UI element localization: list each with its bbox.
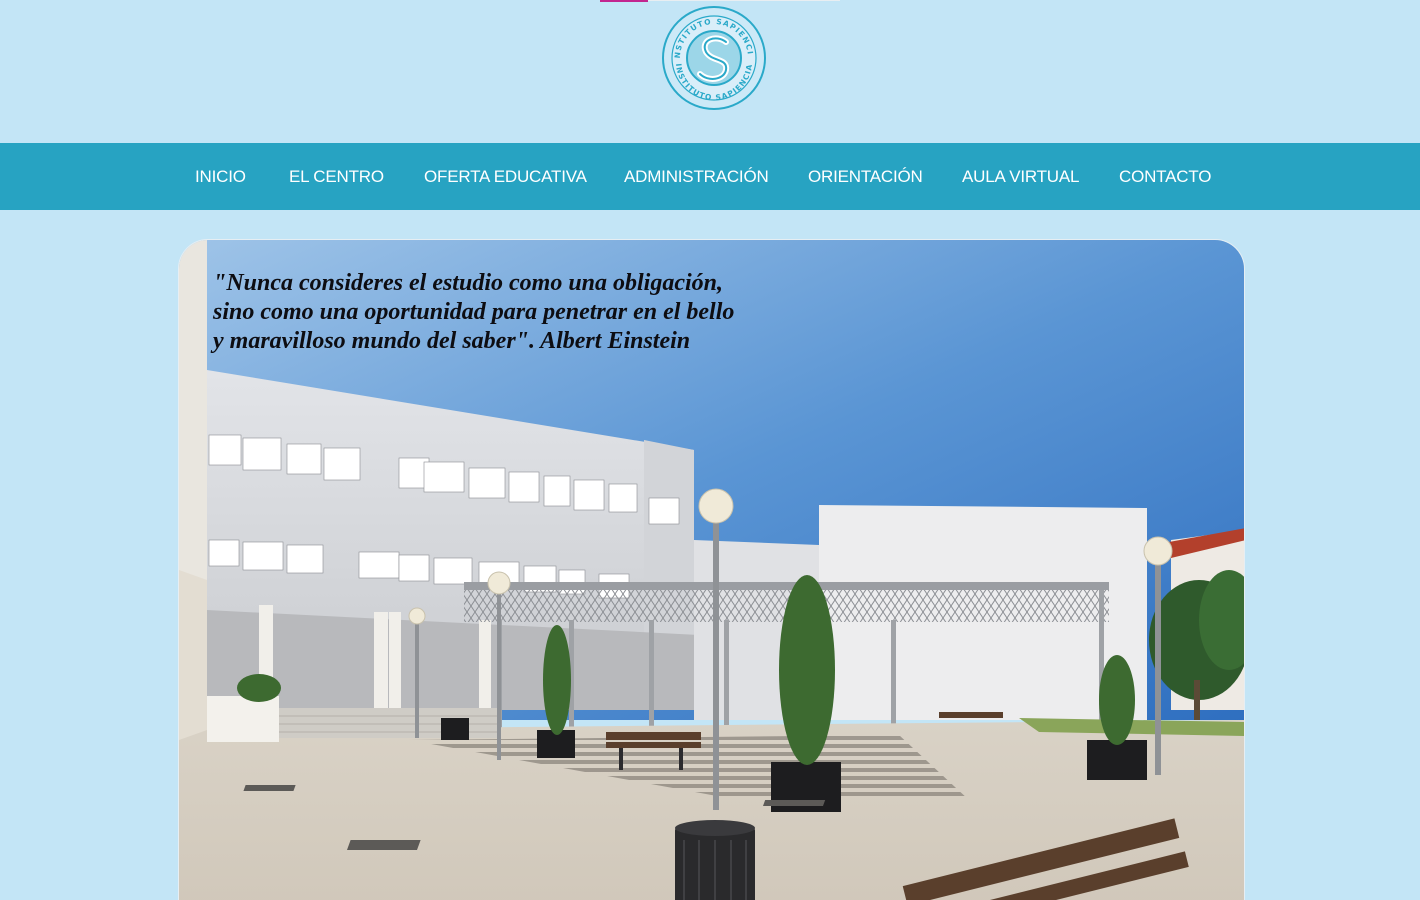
page: INSTITUTO SAPIENCIA INSTITUTO SAPIENCIA …	[0, 0, 1420, 900]
logo-seal-icon: INSTITUTO SAPIENCIA INSTITUTO SAPIENCIA	[658, 0, 766, 110]
nav-menu: INICIO EL CENTRO OFERTA EDUCATIVA ADMINI…	[0, 143, 1420, 210]
hero-banner: "Nunca consideres el estudio como una ob…	[178, 239, 1245, 900]
nav-item-orientacion[interactable]: ORIENTACIÓN	[808, 167, 923, 187]
nav-item-contacto[interactable]: CONTACTO	[1119, 167, 1211, 187]
top-divider	[648, 0, 840, 1]
nav-item-administracion[interactable]: ADMINISTRACIÓN	[624, 167, 769, 187]
site-logo[interactable]: INSTITUTO SAPIENCIA INSTITUTO SAPIENCIA	[658, 0, 767, 111]
hero-quote: "Nunca consideres el estudio como una ob…	[213, 270, 735, 354]
nav-item-el-centro[interactable]: EL CENTRO	[289, 167, 384, 187]
nav-item-aula-virtual[interactable]: AULA VIRTUAL	[962, 167, 1079, 187]
main-navigation: INICIO EL CENTRO OFERTA EDUCATIVA ADMINI…	[0, 143, 1420, 210]
nav-item-oferta-educativa[interactable]: OFERTA EDUCATIVA	[424, 167, 587, 187]
top-accent-bar	[600, 0, 648, 2]
nav-item-inicio[interactable]: INICIO	[195, 167, 246, 187]
